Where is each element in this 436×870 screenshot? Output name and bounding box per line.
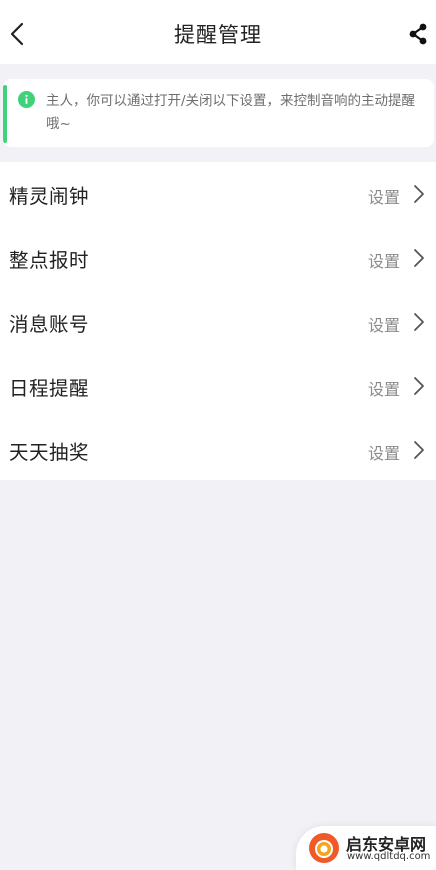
settings-link[interactable]: 设置 bbox=[368, 312, 400, 336]
share-button[interactable] bbox=[402, 16, 434, 52]
list-item-message-account[interactable]: 消息账号 设置 bbox=[0, 290, 436, 354]
notice-text: 主人，你可以通过打开/关闭以下设置，来控制音响的主动提醒哦~ bbox=[46, 93, 416, 132]
settings-link[interactable]: 设置 bbox=[368, 184, 400, 208]
chevron-right-icon bbox=[414, 377, 424, 395]
chevron-left-icon bbox=[10, 22, 24, 46]
list-item-schedule-reminder[interactable]: 日程提醒 设置 bbox=[0, 354, 436, 418]
chevron-right-icon bbox=[414, 441, 424, 459]
notice-accent-bar bbox=[3, 85, 7, 143]
settings-link[interactable]: 设置 bbox=[368, 248, 400, 272]
chevron-right-icon bbox=[414, 185, 424, 203]
list-item-label: 天天抽奖 bbox=[9, 441, 90, 464]
list-item-label: 消息账号 bbox=[9, 313, 90, 336]
notice-banner: 主人，你可以通过打开/关闭以下设置，来控制音响的主动提醒哦~ bbox=[3, 79, 434, 147]
settings-link[interactable]: 设置 bbox=[368, 376, 400, 400]
info-icon bbox=[18, 91, 35, 108]
list-item-label: 精灵闹钟 bbox=[9, 185, 90, 208]
page-title: 提醒管理 bbox=[174, 23, 262, 47]
list-item-alarm[interactable]: 精灵闹钟 设置 bbox=[0, 162, 436, 226]
watermark-url: www.qdltdq.com bbox=[347, 851, 431, 862]
back-button[interactable] bbox=[2, 14, 32, 54]
top-bar: 提醒管理 bbox=[0, 0, 436, 64]
site-watermark: 启东安卓网 www.qdltdq.com bbox=[296, 826, 436, 870]
chevron-right-icon bbox=[414, 313, 424, 331]
list-item-label: 日程提醒 bbox=[9, 377, 90, 400]
list-item-label: 整点报时 bbox=[9, 249, 90, 272]
share-icon bbox=[409, 23, 427, 45]
settings-list: 精灵闹钟 设置 整点报时 设置 消息账号 设置 日程提醒 设置 天天抽奖 设置 bbox=[0, 162, 436, 480]
watermark-logo-icon bbox=[309, 833, 339, 863]
list-item-daily-lottery[interactable]: 天天抽奖 设置 bbox=[0, 418, 436, 482]
list-item-hourly-chime[interactable]: 整点报时 设置 bbox=[0, 226, 436, 290]
settings-link[interactable]: 设置 bbox=[368, 440, 400, 464]
chevron-right-icon bbox=[414, 249, 424, 267]
